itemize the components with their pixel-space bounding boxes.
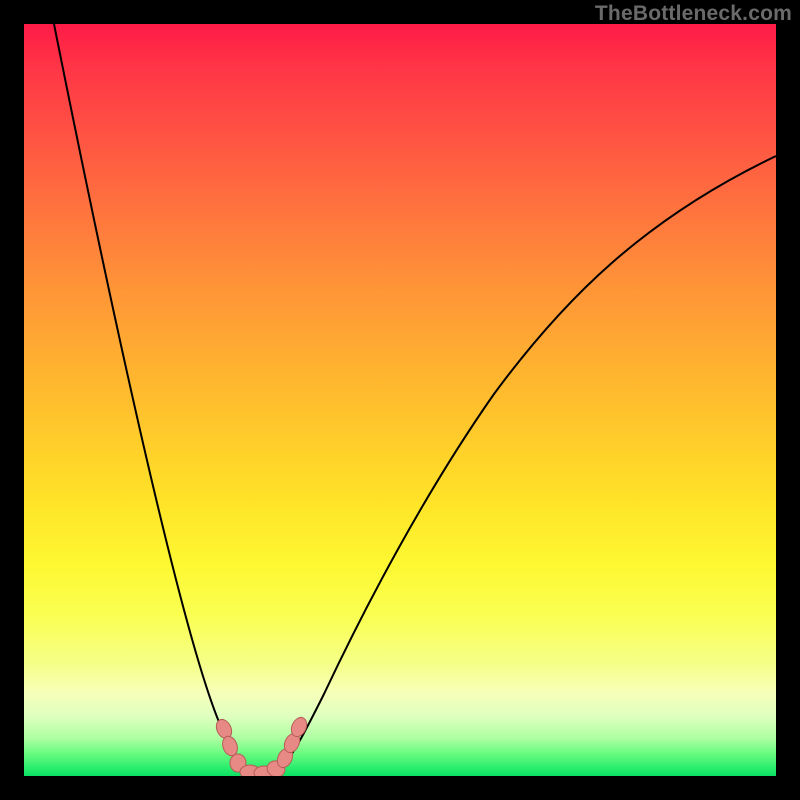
- plot-area: [24, 24, 776, 776]
- watermark-text: TheBottleneck.com: [595, 2, 792, 26]
- marker-group: [213, 715, 309, 776]
- curve-layer: [24, 24, 776, 776]
- chart-frame: TheBottleneck.com: [0, 0, 800, 800]
- bottleneck-curve-path: [54, 24, 776, 772]
